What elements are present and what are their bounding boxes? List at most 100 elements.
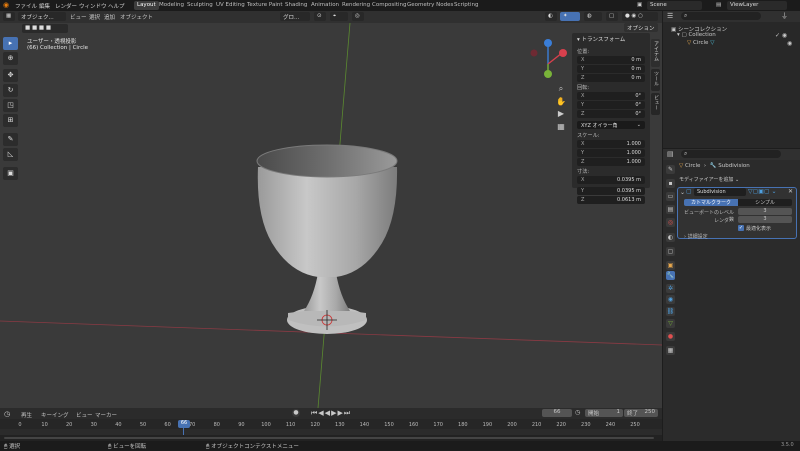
collection-properties-icon[interactable]: ▢ (666, 247, 675, 256)
workspace-tab-rendering[interactable]: Rendering (339, 1, 373, 10)
tab-view[interactable]: ビュー (651, 93, 660, 115)
scale-x-field[interactable]: X 1.000 (577, 140, 645, 148)
object-row-circle[interactable]: ▽ Circle ▽ (687, 40, 714, 46)
outliner-search-input[interactable]: ⌕ (681, 12, 761, 20)
view-layer-icon[interactable]: ▤ (716, 2, 721, 8)
world-properties-icon[interactable]: ◐ (666, 233, 675, 242)
properties-editor-icon[interactable]: ▤ (667, 150, 674, 158)
rotation-y-field[interactable]: Y 0° (577, 101, 645, 109)
collection-visibility-icon[interactable]: ✓ ◉ (775, 32, 787, 39)
gizmo-y-icon[interactable] (544, 70, 552, 78)
tab-simple[interactable]: シンプル (738, 199, 792, 206)
filter-icon[interactable]: ⏚ (781, 11, 788, 21)
view-layer-selector[interactable]: ViewLayer (727, 1, 787, 10)
workspace-tab-modeling[interactable]: Modeling (156, 1, 187, 10)
transform-panel-title[interactable]: ▾ トランスフォーム (577, 35, 625, 43)
3d-viewport[interactable]: ▦ オブジェク... ビュー 選択 追加 オブジェクト グロ... ⊙ ⌖ ◎ … (0, 11, 662, 408)
blender-logo-icon[interactable]: ◉ (3, 1, 9, 9)
properties-search-input[interactable]: ⌕ (681, 150, 781, 158)
menu-help[interactable]: ヘルプ (108, 2, 125, 10)
menu-playback[interactable]: 再生 (21, 411, 32, 419)
menu-window[interactable]: ウィンドウ (79, 2, 107, 10)
workspace-tab-scripting[interactable]: Scripting (451, 1, 481, 10)
object-properties-icon[interactable]: ▣ (666, 261, 675, 270)
texture-properties-icon[interactable]: ▦ (666, 346, 675, 355)
menu-render[interactable]: レンダー (55, 2, 77, 10)
location-y-field[interactable]: Y0 m (577, 65, 645, 73)
menu-file[interactable]: ファイル (15, 2, 37, 10)
physics-properties-icon[interactable]: ◉ (666, 295, 675, 304)
end-frame-field[interactable]: 終了 250 (624, 409, 658, 417)
menu-marker[interactable]: マーカー (95, 411, 117, 419)
frame-tick-label: 120 (310, 422, 320, 428)
modifier-collapse-icon[interactable]: ⌄ (680, 189, 685, 196)
zoom-icon[interactable]: ⌕ (556, 83, 566, 96)
start-frame-field[interactable]: 開始 1 (585, 409, 623, 417)
menu-edit[interactable]: 編集 (39, 2, 50, 10)
tool-properties-icon[interactable]: ✎ (666, 165, 675, 174)
record-icon[interactable]: ● (292, 409, 300, 417)
current-frame-field[interactable]: 66 (542, 409, 572, 417)
rotation-z-field[interactable]: Z 0° (577, 110, 645, 118)
menu-keying[interactable]: キーイング (41, 411, 69, 419)
outliner-editor-icon[interactable]: ☰ (667, 12, 673, 20)
rotation-x-field[interactable]: X 0° (577, 92, 645, 100)
advanced-subpanel[interactable]: › 詳細設定 (684, 233, 708, 240)
add-modifier-button[interactable]: モディファイアーを追加 ⌄ (679, 176, 795, 185)
optimal-display-checkbox[interactable]: ✓ (738, 225, 744, 231)
menu-timeline-view[interactable]: ビュー (76, 411, 93, 419)
timeline-editor-icon[interactable]: ◷ (4, 410, 10, 418)
gizmo-x-icon[interactable] (559, 49, 567, 57)
dimensions-y-field[interactable]: Y 0.0395 m (577, 187, 645, 195)
modifier-toggles-icons[interactable]: ▽▢▣▢ ⌄ (748, 188, 777, 195)
scene-icon[interactable]: ▣ (637, 2, 642, 8)
preview-range-icon[interactable]: ◷ (575, 409, 583, 417)
viewport-levels-field[interactable]: 3 (738, 208, 792, 215)
dimensions-z-field[interactable]: Z 0.0613 m (577, 196, 645, 204)
output-properties-icon[interactable]: ▭ (666, 192, 675, 201)
location-z-field[interactable]: Z0 m (577, 74, 645, 82)
render-levels-field[interactable]: 3 (738, 216, 792, 223)
scene-properties-icon[interactable]: ◎ (666, 218, 675, 227)
workspace-tab-animation[interactable]: Animation (308, 1, 342, 10)
constraints-properties-icon[interactable]: ⛓ (666, 307, 675, 316)
data-properties-icon[interactable]: ▽ (666, 319, 675, 328)
playback-controls-icons[interactable]: ⏮◀◀▶▶⏭ (311, 409, 351, 418)
playhead[interactable]: 66 (178, 420, 190, 428)
scale-z-field[interactable]: Z 1.000 (577, 158, 645, 166)
workspace-tab-layout[interactable]: Layout (134, 1, 159, 10)
particles-properties-icon[interactable]: ✲ (666, 284, 675, 293)
grid-view-icon[interactable]: ▦ (556, 121, 566, 134)
location-x-field[interactable]: X0 m (577, 56, 645, 64)
tab-tool[interactable]: ツール (651, 69, 660, 91)
scale-y-field[interactable]: Y 1.000 (577, 149, 645, 157)
tab-catmull-clark[interactable]: カトマルクラーク (684, 199, 738, 206)
transform-panel: ▾ トランスフォーム 位置: X0 m Y0 m Z0 m 回転: X 0° Y0… (572, 33, 650, 188)
workspace-tab-geometry-nodes[interactable]: Geometry Nodes (404, 1, 456, 10)
workspace-tab-uv-editing[interactable]: UV Editing (213, 1, 248, 10)
frame-tick-label: 10 (41, 422, 48, 428)
collection-row[interactable]: ▾ ▢ Collection (677, 32, 716, 38)
material-properties-icon[interactable]: ● (666, 332, 675, 341)
rotation-mode-dropdown[interactable]: XYZ オイラー角 ⌄ (577, 121, 645, 129)
frame-tick-label: 130 (335, 422, 345, 428)
view-layer-properties-icon[interactable]: ▤ (666, 205, 675, 214)
pan-hand-icon[interactable]: ✋ (556, 96, 566, 109)
object-visibility-icon[interactable]: ◉ (787, 40, 792, 47)
workspace-tab-texture-paint[interactable]: Texture Paint (244, 1, 286, 10)
tab-item[interactable]: アイテム (651, 39, 660, 67)
camera-view-icon[interactable]: ▶ (556, 108, 566, 121)
render-properties-icon[interactable]: ▪ (666, 179, 675, 188)
dimensions-x-field[interactable]: X 0.0395 m (577, 176, 645, 184)
navigation-gizmo[interactable] (530, 39, 568, 78)
workspace-tab-shading[interactable]: Shading (282, 1, 310, 10)
modifier-name-input[interactable]: Subdivision (694, 188, 746, 196)
workspace-tab-sculpting[interactable]: Sculpting (184, 1, 216, 10)
modifier-properties-icon[interactable]: 🔧 (666, 271, 675, 280)
scale-label: スケール: (577, 133, 600, 139)
options-dropdown[interactable]: オプション (624, 23, 658, 32)
scene-selector[interactable]: Scene (647, 1, 702, 10)
gizmo-z-icon[interactable] (544, 39, 552, 47)
frame-tick-label: 210 (531, 422, 542, 428)
modifier-remove-icon[interactable]: ✕ (788, 188, 793, 195)
